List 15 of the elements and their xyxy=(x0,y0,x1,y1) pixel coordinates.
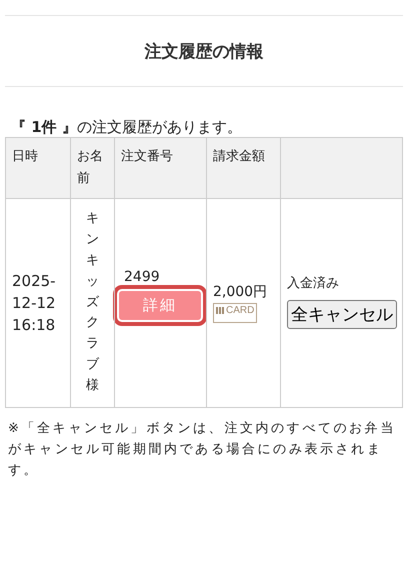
customer-name: キンキッズクラブ様 xyxy=(86,210,99,395)
page-title: 注文履歴の情報 xyxy=(144,41,264,64)
column-header: 日時 xyxy=(6,138,70,198)
amount: 2,000円 xyxy=(213,283,268,301)
order-datetime: 2025-12-12 16:18 xyxy=(12,271,57,336)
column-header: お名前 xyxy=(70,138,114,198)
footnote-text: ※「全キャンセル」ボタンは、注文内のすべてのお弁当がキャンセル可能期間内である場合にのみ表示されます。 xyxy=(8,420,397,480)
payment-status: 入金済み xyxy=(287,274,340,292)
column-header: 注文番号 xyxy=(114,138,206,198)
column-header: 請求金額 xyxy=(206,138,280,198)
cancel-all-button[interactable]: 全キャンセル xyxy=(287,300,397,328)
order-number: 2499 xyxy=(123,268,161,284)
order-count-text: 『 1件 』の注文履歴があります。 xyxy=(11,117,243,137)
card-payment-badge: CARD xyxy=(213,303,258,323)
stripes-icon xyxy=(216,307,225,314)
